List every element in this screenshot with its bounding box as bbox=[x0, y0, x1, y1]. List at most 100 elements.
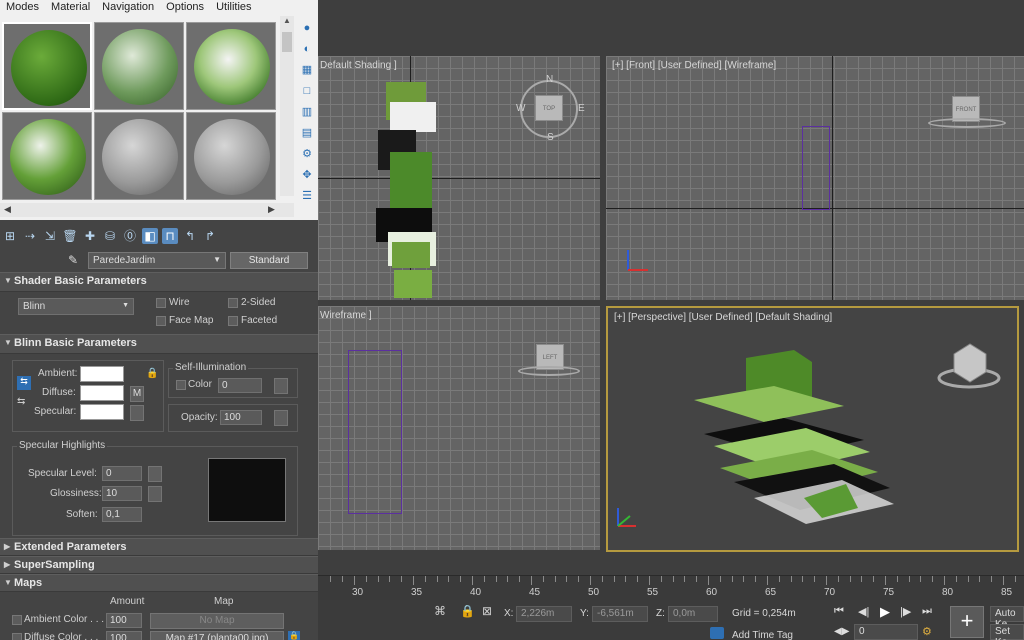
opacity-map-button[interactable] bbox=[274, 410, 288, 426]
uv-tiling-icon[interactable]: □ bbox=[300, 84, 314, 98]
garden-wall-object-perspective[interactable] bbox=[694, 348, 954, 538]
menu-material[interactable]: Material bbox=[45, 0, 96, 16]
viewport-perspective-label[interactable]: [+] [Perspective] [User Defined] [Defaul… bbox=[614, 312, 832, 323]
opacity-spinner[interactable]: 100 bbox=[220, 410, 262, 425]
diffuse-color-swatch[interactable] bbox=[80, 385, 124, 401]
wall-wireframe-left[interactable] bbox=[348, 350, 402, 514]
rollout-supersampling[interactable]: ▶ SuperSampling bbox=[0, 556, 318, 574]
go-to-start-icon[interactable]: ⏮ bbox=[834, 605, 844, 618]
menu-options[interactable]: Options bbox=[160, 0, 210, 16]
material-navigator-icon[interactable]: ☰ bbox=[300, 189, 314, 203]
viewcube-ring-icon[interactable] bbox=[928, 118, 1006, 128]
auto-key-button[interactable]: Auto Ke bbox=[990, 606, 1024, 630]
next-frame-icon[interactable]: |▶ bbox=[900, 605, 911, 618]
go-to-parent-icon[interactable]: ↰ bbox=[182, 228, 198, 244]
show-in-viewport-icon[interactable]: ◧ bbox=[142, 228, 158, 244]
viewcube-top[interactable]: TOP bbox=[535, 95, 563, 121]
diffuse-map-button[interactable]: M bbox=[130, 386, 144, 402]
put-to-library-icon[interactable]: ⛁ bbox=[102, 228, 118, 244]
lock-icon[interactable]: 🔒 bbox=[288, 631, 300, 640]
ambient-amount-spinner[interactable]: 100 bbox=[106, 613, 142, 628]
scroll-thumb[interactable] bbox=[282, 32, 292, 52]
diffuse-map-slot-button[interactable]: Map #17 (planta00.jpg) bbox=[150, 631, 284, 640]
specular-level-map-button[interactable] bbox=[148, 466, 162, 482]
self-illum-color-checkbox[interactable] bbox=[176, 380, 186, 390]
sample-type-icon[interactable]: ● bbox=[300, 21, 314, 35]
get-material-icon[interactable]: ⊞ bbox=[2, 228, 18, 244]
lock-diffuse-specular-icon[interactable]: ⇆ bbox=[17, 396, 25, 407]
material-type-button[interactable]: Standard bbox=[230, 252, 308, 269]
sample-slot-6[interactable] bbox=[186, 112, 276, 200]
eyedropper-icon[interactable]: ✎ bbox=[68, 253, 78, 267]
z-coordinate-field[interactable]: 0,0m bbox=[668, 606, 718, 622]
wall-wireframe-front[interactable] bbox=[802, 126, 830, 210]
sample-slot-3[interactable] bbox=[186, 22, 276, 110]
sample-slot-2[interactable] bbox=[94, 22, 184, 110]
material-id-icon[interactable]: ⓪ bbox=[122, 228, 138, 244]
selection-lock-icon[interactable]: 🔒 bbox=[460, 604, 475, 618]
rollout-extended-parameters[interactable]: ▶ Extended Parameters bbox=[0, 538, 318, 556]
make-unique-icon[interactable]: ✚ bbox=[82, 228, 98, 244]
two-sided-checkbox[interactable] bbox=[228, 298, 238, 308]
set-key-big-button[interactable]: + bbox=[950, 606, 984, 638]
video-color-check-icon[interactable]: ▥ bbox=[300, 105, 314, 119]
diffuse-amount-spinner[interactable]: 100 bbox=[106, 631, 142, 640]
specular-level-spinner[interactable]: 0 bbox=[102, 466, 142, 481]
scroll-right-icon[interactable]: ▶ bbox=[268, 204, 275, 215]
soften-spinner[interactable]: 0,1 bbox=[102, 507, 142, 522]
glossiness-spinner[interactable]: 10 bbox=[102, 486, 142, 501]
slots-vertical-scrollbar[interactable]: ▲ bbox=[280, 16, 294, 196]
play-icon[interactable]: ▶ bbox=[880, 604, 890, 620]
go-to-end-icon[interactable]: ⏭ bbox=[922, 605, 932, 618]
viewport-left[interactable]: Wireframe ] LEFT bbox=[318, 306, 600, 550]
rollout-shader-basic[interactable]: ▼ Shader Basic Parameters bbox=[0, 272, 318, 292]
time-config-icon[interactable]: ⚙ bbox=[922, 625, 932, 638]
viewport-top-label[interactable]: Default Shading ] bbox=[320, 60, 397, 71]
key-mode-icon[interactable]: ◀▶ bbox=[834, 626, 849, 637]
viewcube-ring-icon[interactable] bbox=[518, 366, 580, 376]
rollout-maps[interactable]: ▼ Maps bbox=[0, 574, 318, 592]
put-to-scene-icon[interactable]: ⇢ bbox=[22, 228, 38, 244]
add-time-tag[interactable]: Add Time Tag bbox=[732, 630, 793, 640]
sample-slot-5[interactable] bbox=[94, 112, 184, 200]
faceted-checkbox[interactable] bbox=[228, 316, 238, 326]
set-key-button[interactable]: Set Ke bbox=[990, 624, 1024, 640]
viewport-front-label[interactable]: [+] [Front] [User Defined] [Wireframe] bbox=[612, 60, 776, 71]
isolate-icon[interactable]: ⌘ bbox=[434, 604, 446, 618]
menu-navigation[interactable]: Navigation bbox=[96, 0, 160, 16]
viewport-left-label[interactable]: Wireframe ] bbox=[320, 310, 372, 321]
specular-map-button[interactable] bbox=[130, 405, 144, 421]
lock-ambient-diffuse-icon[interactable]: ⇆ bbox=[17, 376, 31, 390]
menu-modes[interactable]: Modes bbox=[0, 0, 45, 16]
make-preview-icon[interactable]: ▤ bbox=[300, 126, 314, 140]
previous-frame-icon[interactable]: ◀| bbox=[858, 605, 869, 618]
wire-checkbox[interactable] bbox=[156, 298, 166, 308]
slots-horizontal-scrollbar[interactable]: ◀ ▶ bbox=[0, 203, 294, 217]
lock-icon[interactable]: 🔒 bbox=[146, 368, 158, 379]
assign-to-selection-icon[interactable]: ⇲ bbox=[42, 228, 58, 244]
material-name-field[interactable]: ParedeJardim ▼ bbox=[88, 252, 226, 269]
rollout-blinn-basic[interactable]: ▼ Blinn Basic Parameters bbox=[0, 334, 318, 354]
ambient-map-checkbox[interactable] bbox=[12, 615, 22, 625]
viewport-front[interactable]: [+] [Front] [User Defined] [Wireframe] F… bbox=[606, 56, 1024, 300]
timeline-ruler[interactable]: 30 35 40 45 50 55 60 65 70 75 80 85 bbox=[318, 575, 1024, 600]
go-forward-icon[interactable]: ↱ bbox=[202, 228, 218, 244]
show-end-result-icon[interactable]: ⊓ bbox=[162, 228, 178, 244]
ambient-color-swatch[interactable] bbox=[80, 366, 124, 382]
time-tag-icon[interactable] bbox=[710, 627, 724, 639]
scroll-left-icon[interactable]: ◀ bbox=[4, 204, 11, 215]
glossiness-map-button[interactable] bbox=[148, 486, 162, 502]
backlight-icon[interactable]: ◐ bbox=[300, 42, 314, 56]
absolute-mode-icon[interactable]: ⊠ bbox=[482, 604, 492, 618]
current-frame-field[interactable]: 0 bbox=[854, 624, 918, 640]
reset-map-icon[interactable]: 🗑 bbox=[62, 228, 78, 244]
shader-dropdown[interactable]: Blinn ▼ bbox=[18, 298, 134, 315]
sample-slot-1[interactable] bbox=[2, 22, 92, 110]
face-map-checkbox[interactable] bbox=[156, 316, 166, 326]
scroll-up-icon[interactable]: ▲ bbox=[280, 16, 294, 30]
viewport-perspective[interactable]: [+] [Perspective] [User Defined] [Defaul… bbox=[606, 306, 1019, 552]
specular-color-swatch[interactable] bbox=[80, 404, 124, 420]
x-coordinate-field[interactable]: 2,226m bbox=[516, 606, 572, 622]
diffuse-map-checkbox[interactable] bbox=[12, 633, 22, 640]
ambient-map-button[interactable]: No Map bbox=[150, 613, 284, 629]
